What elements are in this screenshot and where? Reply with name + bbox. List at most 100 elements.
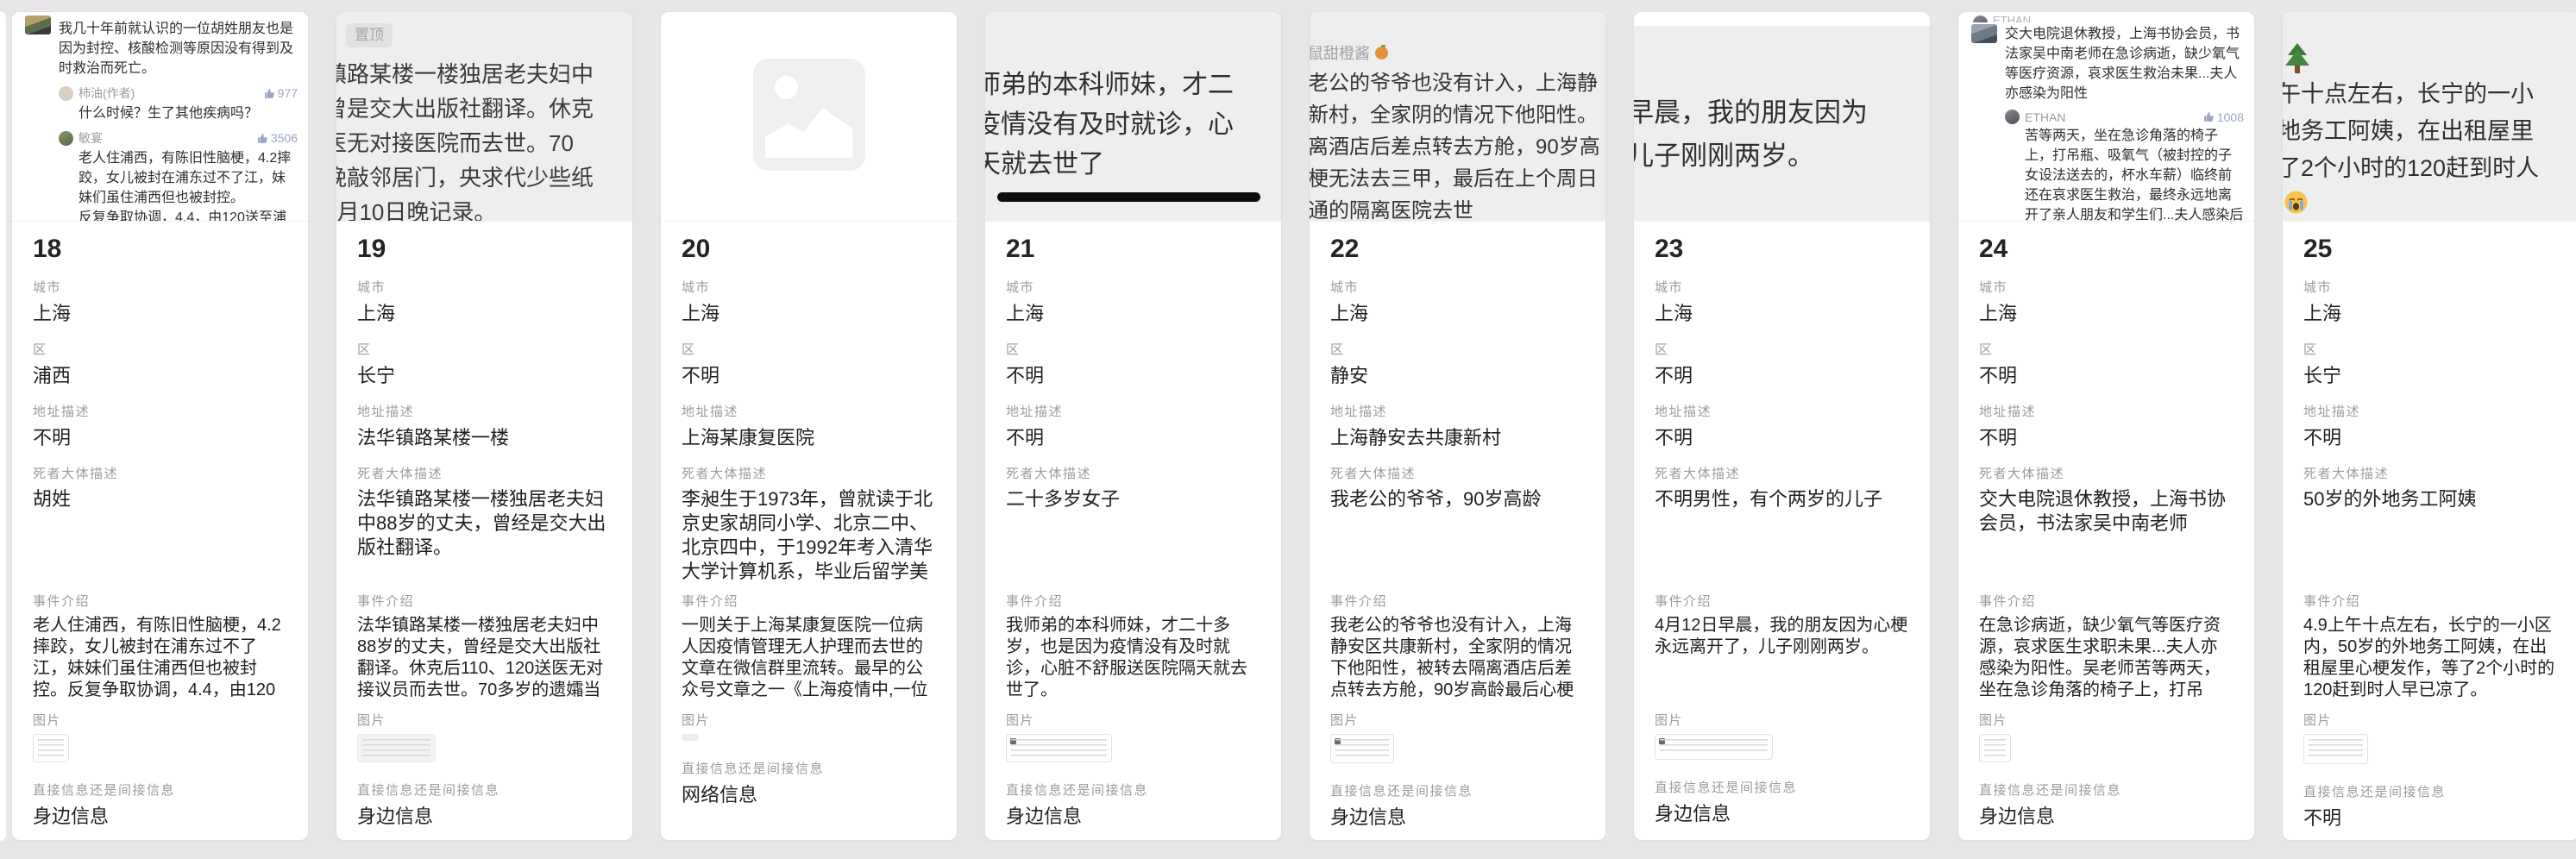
image-placeholder-icon (753, 59, 865, 171)
preview-text-line: 师弟的本科师妹，才二 (985, 66, 1281, 105)
crying-face-emoji (2284, 191, 2308, 214)
avatar (1010, 738, 1016, 744)
field-label-direct: 直接信息还是间接信息 (2303, 785, 2558, 800)
field-value-event: 在急诊病逝，缺少氧气等医疗资源，哀求医生求职未果...夫人亦感染为阳性。吴老师苦… (1979, 615, 2234, 701)
field-value-city: 上海 (1330, 301, 1585, 327)
field-label-image: 图片 (2303, 713, 2558, 729)
case-card-21[interactable]: 师弟的本科师妹，才二 疫情没有及时就诊，心 天就去世了 21 城市上海 区不明 … (984, 11, 1282, 841)
case-card-24[interactable]: ETHAN 交大电院退休教授，上海书协会员，书法家吴中南老师在急诊病逝，缺少氧气… (1957, 11, 2255, 841)
case-card-25[interactable]: 午十点左右，长宁的一小 地务工阿姨，在出租屋里 了2个小时的120赶到时人 25… (2282, 11, 2576, 841)
field-value-city: 上海 (33, 301, 287, 327)
preview-text-line: 4月10日晚记录。 (336, 195, 632, 222)
field-value-district: 长宁 (2303, 363, 2558, 389)
card-number: 20 (682, 234, 936, 265)
field-label-city: 城市 (682, 280, 936, 296)
field-value-event: 4月12日早晨，我的朋友因为心梗永远离开了，儿子刚刚两岁。 (1655, 615, 1909, 701)
field-label-deceased: 死者大体描述 (33, 467, 287, 482)
field-value-event: 我师弟的本科师妹，才二十多岁，也是因为疫情没有及时就诊，心脏不舒服送医院隔天就去… (1006, 615, 1260, 701)
comment-username: ETHAN (1993, 14, 2031, 22)
field-label-direct: 直接信息还是间接信息 (357, 783, 612, 799)
preview-text-line: 老公的爷爷也没有计入，上海静 (1310, 67, 1605, 99)
cover-screenshot: 午十点左右，长宁的一小 地务工阿姨，在出租屋里 了2个小时的120赶到时人 (2283, 12, 2576, 222)
field-label-deceased: 死者大体描述 (1006, 467, 1260, 482)
image-thumbnail (1655, 734, 1773, 760)
field-value-event: 一则关于上海某康复医院一位病人因疫情管理无人护理而去世的文章在微信群里流转。最早… (682, 615, 936, 701)
field-value-city: 上海 (357, 301, 612, 327)
reply-text: 苦等两天，坐在急诊角落的椅子上，打吊瓶、吸氧气（被封控的子女设法送去的，杯水车薪… (2025, 126, 2244, 222)
field-label-image: 图片 (1006, 713, 1260, 729)
field-label-deceased: 死者大体描述 (1979, 467, 2234, 482)
field-label-city: 城市 (2303, 280, 2558, 296)
avatar (59, 86, 73, 101)
field-label-event: 事件介绍 (1006, 594, 1260, 610)
field-label-image: 图片 (357, 713, 612, 729)
field-label-event: 事件介绍 (33, 594, 287, 610)
field-label-event: 事件介绍 (357, 594, 612, 610)
field-value-direct: 身边信息 (1655, 801, 1909, 827)
field-label-district: 区 (1655, 342, 1909, 358)
avatar (1335, 738, 1341, 744)
reply: ETHAN 1008 苦等两天，坐在急诊角落的椅子上，打吊瓶、吸氧气（被封控的子… (2005, 110, 2244, 222)
cover-screenshot: 我几十年前就认识的一位胡姓朋友也是因为封控、核酸检测等原因没有得到及时救治而死亡… (12, 12, 308, 222)
case-card-23[interactable]: 早晨，我的朋友因为 儿子刚刚两岁。 23 城市上海 区不明 地址描述不明 死者大… (1633, 11, 1931, 841)
like-count: 3506 (257, 131, 298, 145)
field-value-city: 上海 (1655, 301, 1909, 327)
cover-screenshot: 鼠甜橙酱 老公的爷爷也没有计入，上海静 新村，全家阴的情况下他阳性。 离酒店后差… (1310, 12, 1605, 222)
case-card-19[interactable]: 置顶 镇路某楼一楼独居老夫妇中 曾是交大出版社翻译。休克 医无对接医院而去世。7… (336, 11, 633, 841)
avatar (59, 131, 73, 146)
preview-text-line: 新村，全家阴的情况下他阳性。 (1310, 99, 1605, 131)
field-label-address: 地址描述 (1655, 404, 1909, 420)
pinned-badge: 置顶 (346, 23, 393, 47)
avatar (1973, 16, 1988, 22)
field-label-address: 地址描述 (357, 404, 612, 420)
field-value-event: 老人住浦西，有陈旧性脑梗，4.2摔跤，女儿被封在浦东过不了江，妹妹们虽住浦西但也… (33, 615, 287, 701)
field-value-address: 法华镇路某楼一楼 (357, 425, 612, 451)
field-label-district: 区 (1979, 342, 2234, 358)
field-value-district: 静安 (1330, 363, 1585, 389)
case-card-18[interactable]: 我几十年前就认识的一位胡姓朋友也是因为封控、核酸检测等原因没有得到及时救治而死亡… (11, 11, 309, 841)
screenshot-top-strip (1634, 12, 1930, 26)
card-number: 25 (2303, 234, 2558, 265)
field-value-district: 不明 (1655, 363, 1909, 389)
avatar (25, 16, 51, 34)
card-number: 23 (1655, 234, 1909, 265)
field-label-image: 图片 (1330, 713, 1585, 729)
case-card-20[interactable]: 20 城市上海 区不明 地址描述上海某康复医院 死者大体描述李昶生于1973年，… (660, 11, 958, 841)
preview-text-line: 曾是交大出版社翻译。休克 (336, 91, 632, 126)
field-value-address: 上海某康复医院 (682, 425, 936, 451)
field-label-deceased: 死者大体描述 (682, 467, 936, 482)
like-count: 977 (264, 86, 298, 100)
card-number: 18 (33, 234, 287, 265)
field-label-deceased: 死者大体描述 (2303, 467, 2558, 482)
field-value-deceased: 胡姓 (33, 487, 287, 584)
field-value-deceased: 不明男性，有个两岁的儿子 (1655, 487, 1909, 584)
field-value-district: 不明 (1979, 363, 2234, 389)
field-label-deceased: 死者大体描述 (1655, 467, 1909, 482)
preview-text-line: 地务工阿姨，在出租屋里 (2283, 113, 2576, 150)
field-value-deceased: 交大电院退休教授，上海书协会员，书法家吴中南老师 (1979, 487, 2234, 584)
field-label-direct: 直接信息还是间接信息 (1330, 784, 1585, 799)
field-value-district: 浦西 (33, 363, 287, 389)
field-value-event: 4.9上午十点左右，长宁的一小区内，50岁的外地务工阿姨，在出租屋里心梗发作，等… (2303, 615, 2558, 701)
previous-card-edge (0, 11, 6, 841)
field-value-city: 上海 (1006, 301, 1260, 327)
card-number: 24 (1979, 234, 2234, 265)
cover-screenshot: 置顶 镇路某楼一楼独居老夫妇中 曾是交大出版社翻译。休克 医无对接医院而去世。7… (336, 12, 632, 222)
case-card-22[interactable]: 鼠甜橙酱 老公的爷爷也没有计入，上海静 新村，全家阴的情况下他阳性。 离酒店后差… (1309, 11, 1606, 841)
preview-text-line: 晚敲邻居门，央求代少些纸 (336, 160, 632, 195)
preview-comment-text: 交大电院退休教授，上海书协会员，书法家吴中南老师在急诊病逝，缺少氧气等医疗资源，… (2005, 24, 2244, 103)
cover-screenshot: ETHAN 交大电院退休教授，上海书协会员，书法家吴中南老师在急诊病逝，缺少氧气… (1958, 12, 2254, 222)
field-label-direct: 直接信息还是间接信息 (1006, 783, 1260, 799)
image-thumbnail (357, 734, 436, 762)
avatar (1659, 738, 1665, 744)
redaction-bar (997, 192, 1260, 202)
thumb-up-icon (2203, 111, 2215, 122)
field-value-city: 上海 (1979, 301, 2234, 327)
field-label-direct: 直接信息还是间接信息 (1979, 783, 2234, 799)
reply-username: ETHAN (2025, 110, 2065, 124)
field-label-district: 区 (33, 342, 287, 358)
field-value-address: 不明 (1655, 425, 1909, 451)
image-thumbnail (33, 734, 69, 762)
field-value-address: 不明 (33, 425, 287, 451)
field-label-event: 事件介绍 (682, 594, 936, 610)
